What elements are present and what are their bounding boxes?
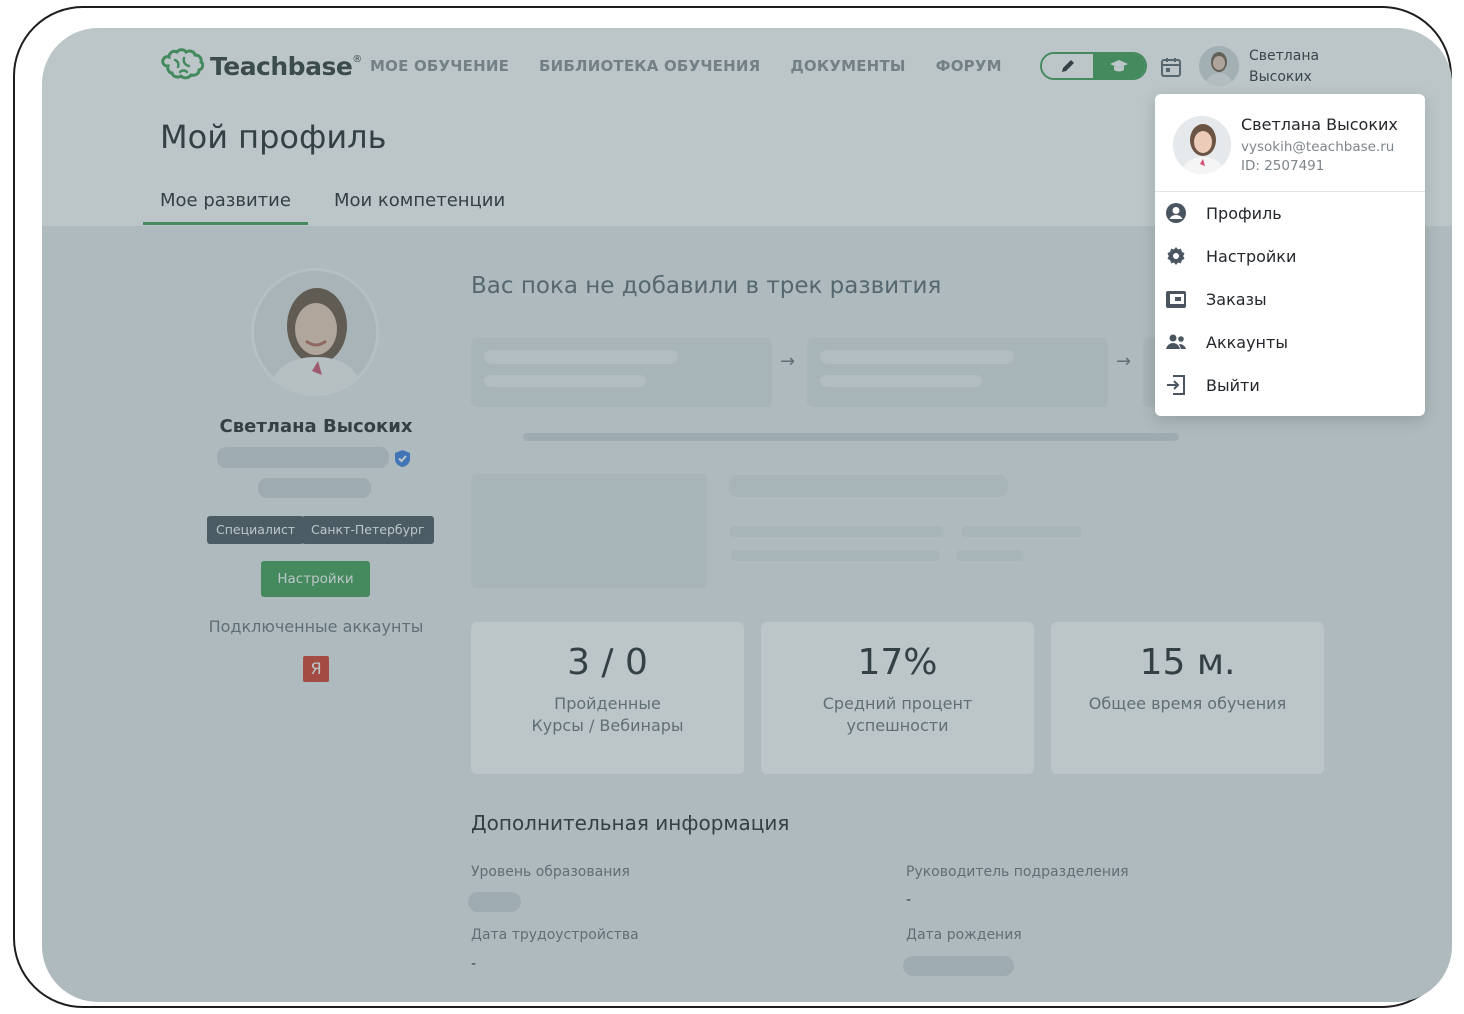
stat-label: Средний процент успешности bbox=[761, 693, 1034, 737]
birth-date-value-skeleton bbox=[903, 956, 1014, 976]
arrow-right-icon: → bbox=[1116, 351, 1132, 372]
user-menu-email: vysokih@teachbase.ru bbox=[1241, 139, 1395, 155]
skeleton-line bbox=[820, 350, 1014, 364]
hire-date-value: - bbox=[471, 956, 477, 972]
hire-date-label: Дата трудоустройства bbox=[471, 927, 639, 943]
course-title-skeleton bbox=[729, 475, 1008, 497]
header-avatar[interactable] bbox=[1199, 46, 1239, 86]
profile-name: Светлана Высоких bbox=[219, 416, 413, 437]
gear-icon bbox=[1165, 245, 1187, 267]
user-photo bbox=[1173, 116, 1231, 174]
calendar-icon bbox=[1161, 58, 1181, 77]
course-meta-skeleton bbox=[961, 526, 1082, 537]
header-user-last: Высоких bbox=[1249, 69, 1312, 85]
menu-item-accounts[interactable]: Аккаунты bbox=[1155, 322, 1425, 362]
nav-library[interactable]: БИБЛИОТЕКА ОБУЧЕНИЯ bbox=[539, 57, 760, 75]
user-menu-header: Светлана Высоких vysokih@teachbase.ru ID… bbox=[1155, 94, 1425, 192]
manager-value: - bbox=[906, 892, 912, 908]
course-thumbnail-skeleton bbox=[471, 474, 707, 588]
verified-icon bbox=[394, 449, 411, 472]
profile-settings-button[interactable]: Настройки bbox=[261, 561, 370, 597]
user-menu-id: ID: 2507491 bbox=[1241, 158, 1325, 174]
track-empty-title: Вас пока не добавили в трек развития bbox=[471, 273, 942, 299]
skeleton-line bbox=[484, 350, 678, 364]
main-nav: МОЕ ОБУЧЕНИЕ БИБЛИОТЕКА ОБУЧЕНИЯ ДОКУМЕН… bbox=[370, 57, 1002, 75]
learn-mode-button[interactable] bbox=[1093, 54, 1145, 78]
menu-item-label: Профиль bbox=[1206, 203, 1282, 223]
nav-documents[interactable]: ДОКУМЕНТЫ bbox=[790, 57, 905, 75]
nav-my-learning[interactable]: МОЕ ОБУЧЕНИЕ bbox=[370, 57, 509, 75]
users-icon bbox=[1165, 331, 1187, 353]
menu-item-label: Заказы bbox=[1206, 289, 1267, 309]
stat-label: Пройденные Курсы / Вебинары bbox=[471, 693, 744, 737]
track-step-skeleton bbox=[471, 338, 772, 407]
logo[interactable]: Teachbase ® bbox=[160, 48, 362, 84]
stat-label-line: Средний процент bbox=[822, 694, 973, 713]
arrow-right-icon: → bbox=[780, 351, 796, 372]
stat-value: 15 м. bbox=[1139, 642, 1236, 683]
tab-my-competencies[interactable]: Мои компетенции bbox=[317, 186, 522, 225]
stat-label: Общее время обучения bbox=[1051, 693, 1324, 715]
user-menu-name: Светлана Высоких bbox=[1241, 115, 1398, 134]
logo-text: Teachbase bbox=[210, 51, 353, 81]
menu-item-settings[interactable]: Настройки bbox=[1155, 236, 1425, 276]
user-menu-dropdown: Светлана Высоких vysokih@teachbase.ru ID… bbox=[1155, 94, 1425, 416]
user-menu-avatar bbox=[1173, 116, 1231, 174]
profile-department-skeleton bbox=[258, 478, 371, 498]
course-meta-skeleton bbox=[729, 526, 944, 537]
stat-label-line: Пройденные bbox=[554, 694, 661, 713]
yandex-account-icon[interactable]: Я bbox=[303, 656, 329, 682]
graduation-cap-icon bbox=[1110, 60, 1128, 72]
stat-card-time: 15 м. Общее время обучения bbox=[1051, 622, 1324, 774]
manager-label: Руководитель подразделения bbox=[906, 864, 1129, 880]
birth-date-label: Дата рождения bbox=[906, 927, 1022, 943]
stat-card-courses: 3 / 0 Пройденные Курсы / Вебинары bbox=[471, 622, 744, 774]
stat-card-success: 17% Средний процент успешности bbox=[761, 622, 1034, 774]
stat-label-line: Курсы / Вебинары bbox=[531, 716, 684, 735]
edit-mode-button[interactable] bbox=[1042, 54, 1093, 78]
logo-trademark: ® bbox=[352, 53, 363, 65]
stat-value: 3 / 0 bbox=[567, 642, 648, 683]
skeleton-line bbox=[484, 375, 646, 387]
menu-item-label: Аккаунты bbox=[1206, 332, 1288, 352]
extra-info-title: Дополнительная информация bbox=[471, 811, 790, 835]
track-step-skeleton bbox=[807, 338, 1108, 407]
app-screen: Teachbase ® МОЕ ОБУЧЕНИЕ БИБЛИОТЕКА ОБУЧЕ… bbox=[42, 28, 1452, 1002]
brain-logo-icon bbox=[161, 48, 204, 80]
skeleton-line bbox=[820, 375, 982, 387]
menu-item-profile[interactable]: Профиль bbox=[1155, 193, 1425, 233]
user-photo bbox=[1199, 46, 1239, 86]
menu-item-logout[interactable]: Выйти bbox=[1155, 365, 1425, 405]
connected-accounts-label: Подключенные аккаунты bbox=[208, 617, 424, 636]
city-badge: Санкт-Петербург bbox=[302, 516, 434, 544]
tab-my-development[interactable]: Мое развитие bbox=[143, 186, 308, 225]
track-progress-skeleton bbox=[523, 433, 1179, 441]
education-label: Уровень образования bbox=[471, 864, 630, 880]
page-title: Мой профиль bbox=[160, 118, 387, 156]
profile-photo bbox=[254, 271, 376, 393]
education-value-skeleton bbox=[468, 892, 521, 912]
logout-icon bbox=[1165, 374, 1187, 396]
menu-item-label: Настройки bbox=[1206, 246, 1297, 266]
profile-position-skeleton bbox=[217, 447, 389, 468]
wallet-icon bbox=[1165, 288, 1187, 310]
mode-toggle[interactable] bbox=[1040, 52, 1147, 80]
header-user-first: Светлана bbox=[1249, 48, 1320, 64]
user-circle-icon bbox=[1165, 202, 1187, 224]
stat-value: 17% bbox=[857, 642, 938, 683]
course-meta-skeleton bbox=[731, 550, 940, 561]
device-frame: Teachbase ® МОЕ ОБУЧЕНИЕ БИБЛИОТЕКА ОБУЧЕ… bbox=[13, 6, 1452, 1008]
nav-forum[interactable]: ФОРУМ bbox=[936, 57, 1002, 75]
menu-item-orders[interactable]: Заказы bbox=[1155, 279, 1425, 319]
profile-tabs: Мое развитие Мои компетенции bbox=[143, 186, 522, 225]
header-user-name[interactable]: Светлана Высоких bbox=[1249, 46, 1339, 88]
calendar-button[interactable] bbox=[1160, 56, 1182, 82]
role-badge: Специалист bbox=[207, 516, 305, 544]
stat-label-line: Общее время обучения bbox=[1088, 694, 1287, 713]
stat-label-line: успешности bbox=[846, 716, 949, 735]
pencil-icon bbox=[1061, 60, 1074, 72]
profile-avatar bbox=[251, 268, 379, 396]
course-meta-skeleton bbox=[956, 550, 1024, 561]
menu-item-label: Выйти bbox=[1206, 375, 1260, 395]
